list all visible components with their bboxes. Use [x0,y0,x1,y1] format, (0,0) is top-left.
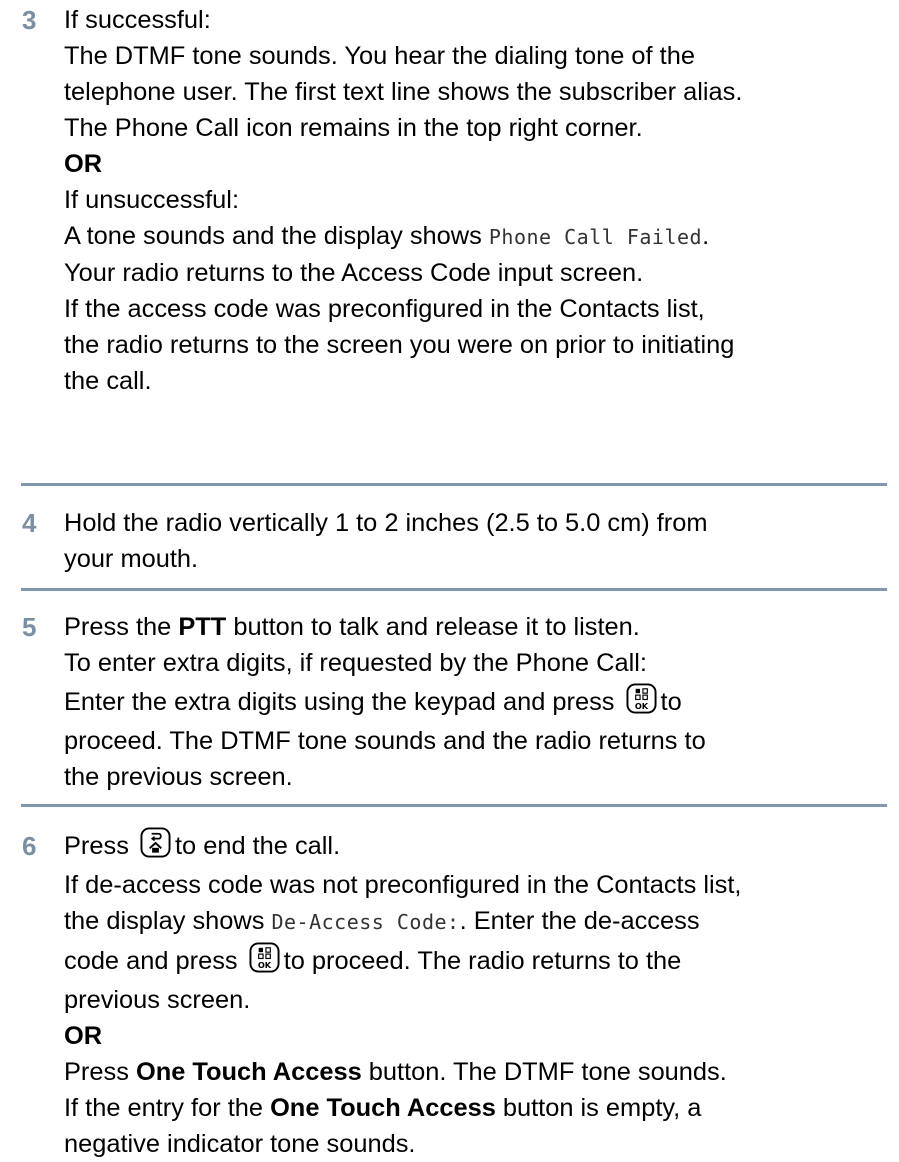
step-line: If de-access code was not preconfigured … [64,871,742,899]
display-text-de-access-code: De-Access Code: [271,910,460,934]
step-body: If successful: The DTMF tone sounds. You… [64,2,889,399]
step-line: If successful: [64,6,211,34]
divider [21,483,887,486]
text-run: . [702,222,710,250]
text-run: Press the [64,613,179,641]
step-line: Press One Touch Access button. The DTMF … [64,1054,889,1090]
step-number: 5 [22,612,37,642]
text-run: to proceed. The radio returns to the [283,947,682,975]
step-line: the display shows De-Access Code:. Enter… [64,903,889,940]
text-run: code and press [64,947,238,975]
step-number: 3 [22,5,37,35]
text-run: Enter the extra digits using the keypad … [64,688,615,716]
text-run: Press [64,832,129,860]
step-line: Press to end the call. [64,825,889,867]
step-line: Hold the radio vertically 1 to 2 inches … [64,509,708,537]
back-home-key-icon [140,827,171,858]
text-run: If the entry for the [64,1094,271,1122]
text-run: the display shows [64,907,272,935]
menu-ok-key-icon: OK [626,683,657,714]
step-body: Hold the radio vertically 1 to 2 inches … [64,505,889,577]
text-run: A tone sounds and the display shows [64,222,489,250]
svg-text:OK: OK [258,960,272,970]
step-line: the radio returns to the screen you were… [64,331,735,359]
step-line: proceed. The DTMF tone sounds and the ra… [64,727,706,755]
step-line: The DTMF tone sounds. You hear the diali… [64,42,695,70]
text-run: to [660,688,682,716]
step-line: previous screen. [64,986,251,1014]
text-run: to end the call. [174,832,341,860]
ptt-label: PTT [178,613,227,641]
step-line: code and press OK to proceed. The radio r… [64,940,889,982]
or-label: OR [64,1022,103,1050]
step-line: the call. [64,367,152,395]
divider [21,804,887,807]
step-line: If unsuccessful: [64,186,239,214]
svg-text:OK: OK [634,701,648,711]
step-line: If the entry for the One Touch Access bu… [64,1090,889,1126]
manual-page: 3 If successful: The DTMF tone sounds. Y… [0,0,899,1158]
step-line: negative indicator tone sounds. [64,1130,416,1158]
display-text-phone-call-failed: Phone Call Failed [488,225,703,249]
one-touch-access-label: One Touch Access [270,1094,496,1122]
step-line: telephone user. The first text line show… [64,78,743,106]
text-run: button to talk and release it to listen. [226,613,640,641]
or-label: OR [64,150,103,178]
menu-ok-key-icon: OK [249,942,280,973]
step-number: 6 [22,831,37,861]
step-line: the previous screen. [64,763,293,791]
step-body: Press the PTT button to talk and release… [64,609,889,795]
step-line: your mouth. [64,545,199,573]
step-number: 4 [22,508,37,538]
step-line: The Phone Call icon remains in the top r… [64,114,643,142]
step-line: Enter the extra digits using the keypad … [64,681,889,723]
text-run: Press [64,1058,136,1086]
one-touch-access-label: One Touch Access [135,1058,362,1086]
text-run: button. The DTMF tone sounds. [361,1058,727,1086]
step-line: A tone sounds and the display shows Phon… [64,218,889,255]
step-body: Press to end the call. If de-access code… [64,825,889,1162]
text-run: button is empty, a [495,1094,702,1122]
step-line: To enter extra digits, if requested by t… [64,649,647,677]
divider [21,588,887,591]
step-line: Press the PTT button to talk and release… [64,609,889,645]
step-line: If the access code was preconfigured in … [64,295,705,323]
text-run: . Enter the de-access [459,907,700,935]
step-line: Your radio returns to the Access Code in… [64,259,644,287]
